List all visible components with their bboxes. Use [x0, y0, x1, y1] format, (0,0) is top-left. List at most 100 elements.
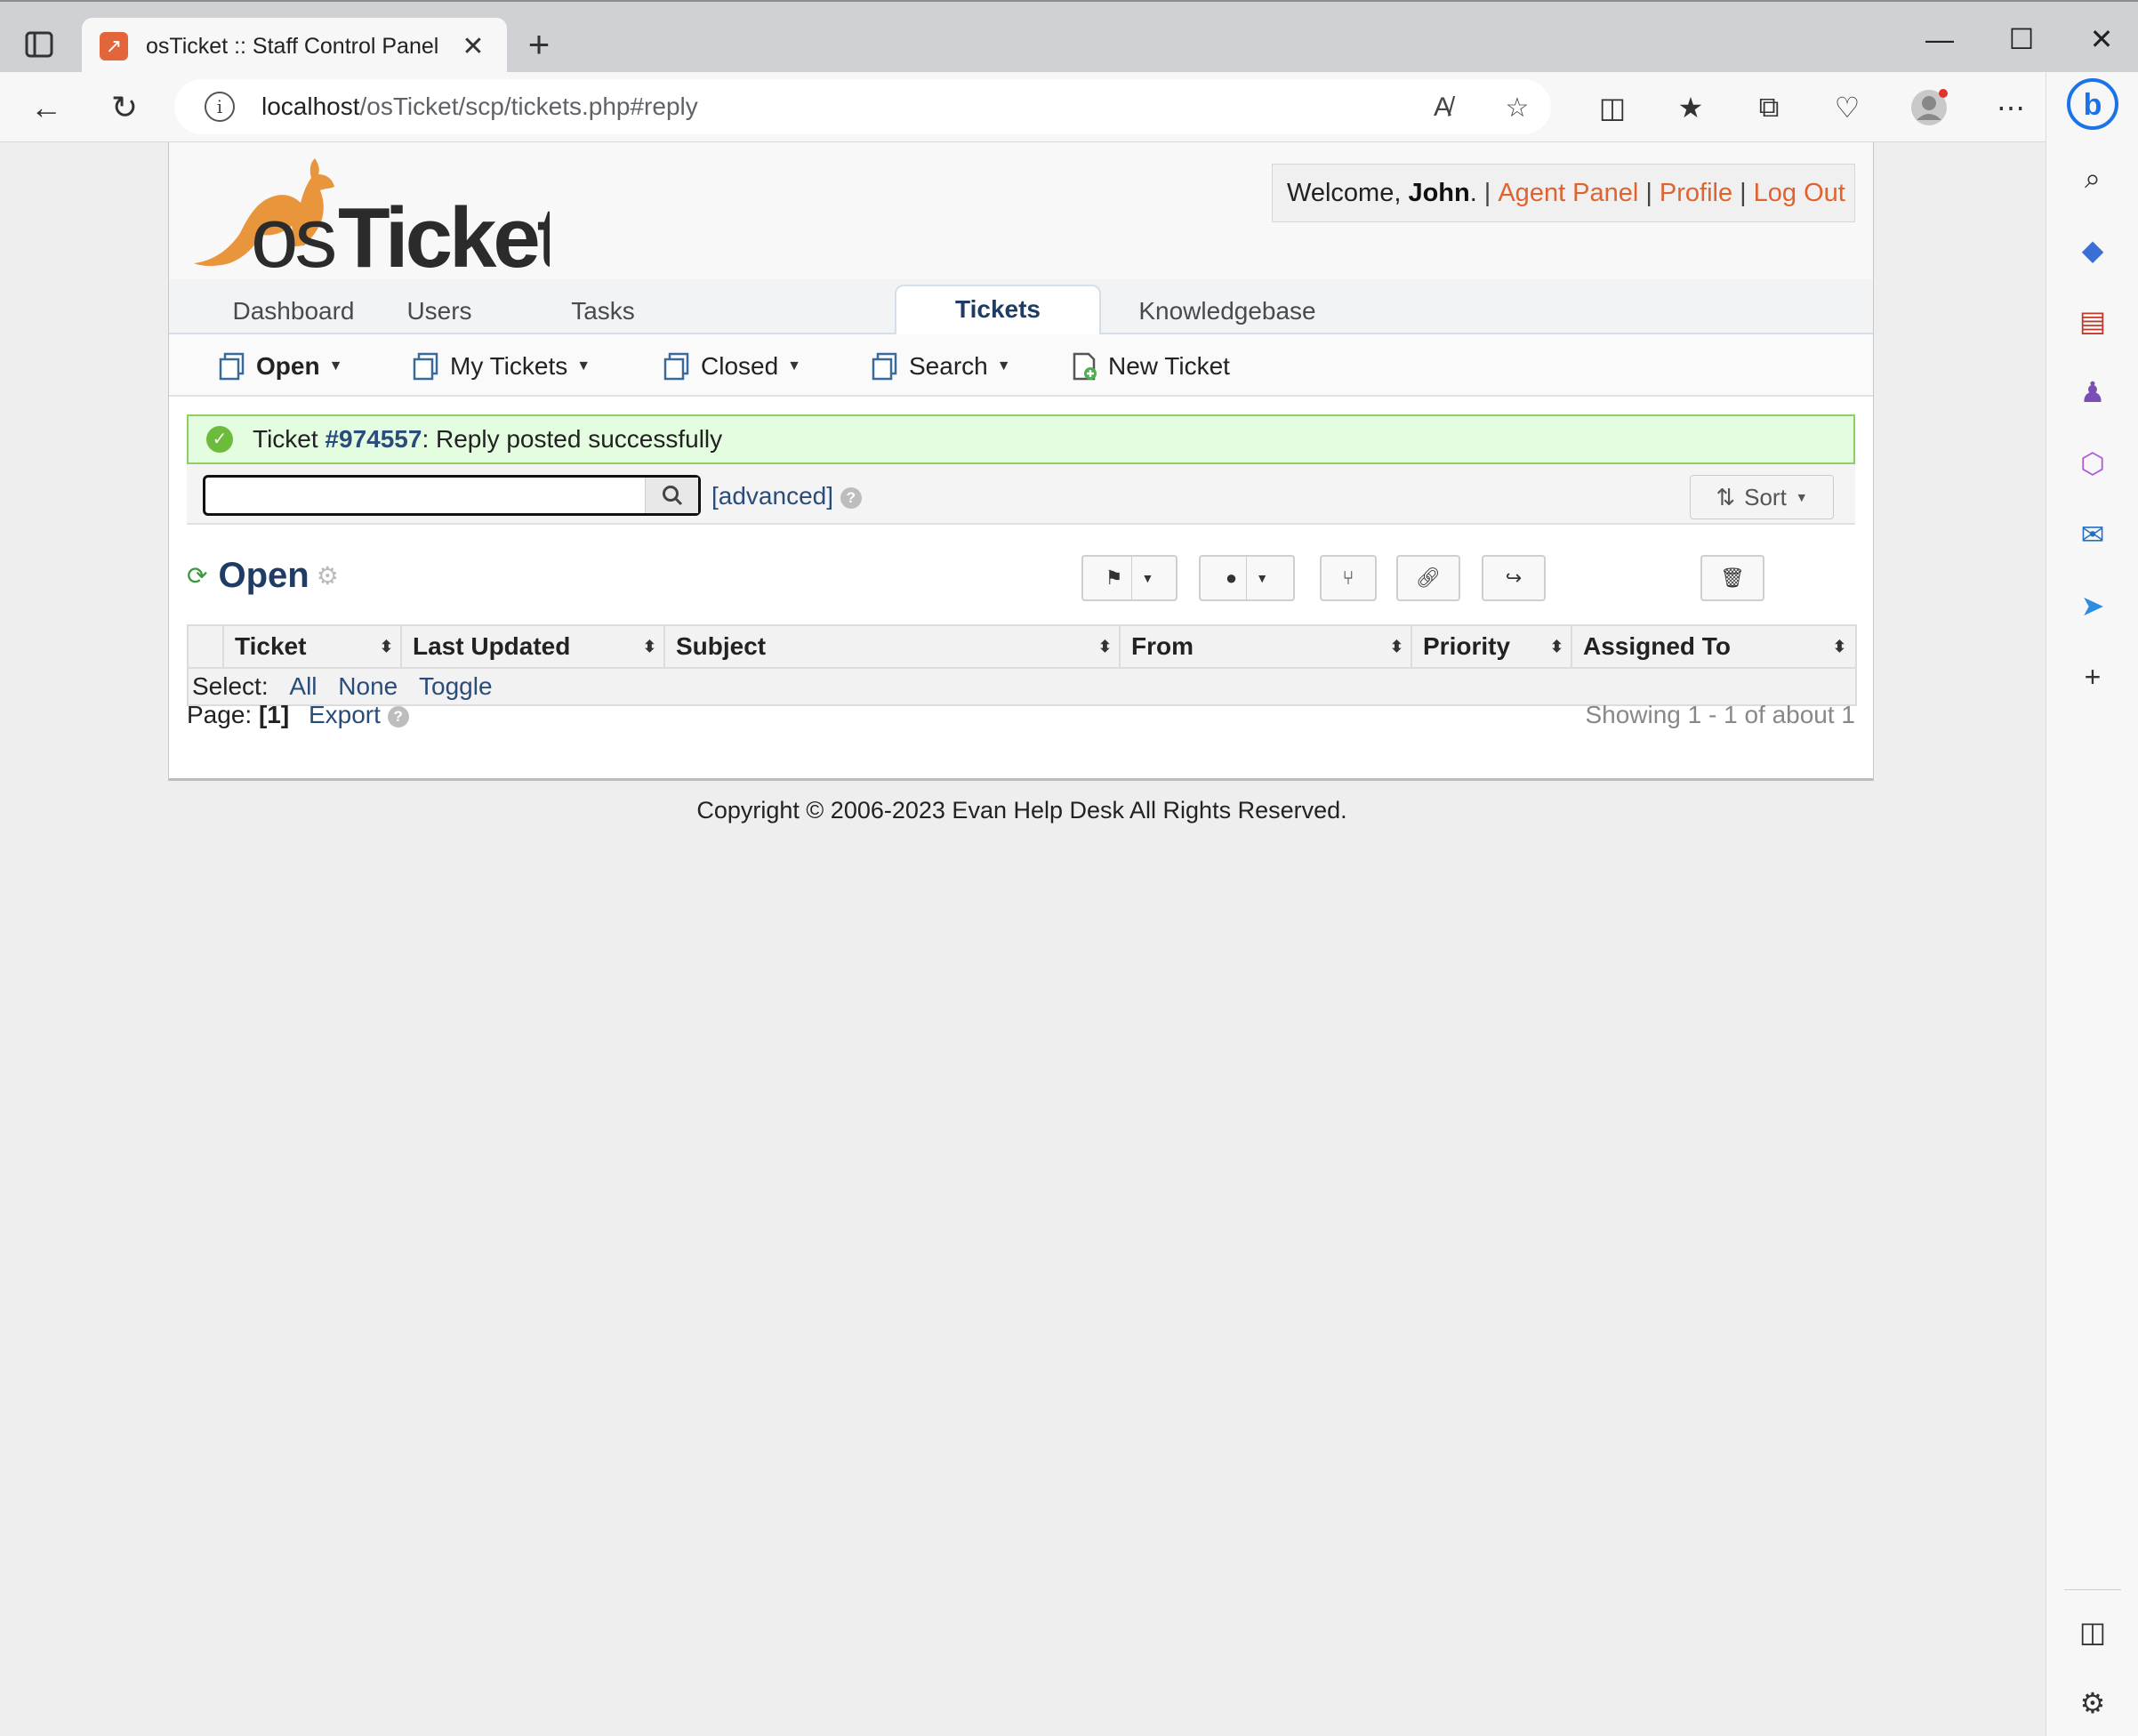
tab-tickets[interactable]: Tickets	[895, 285, 1101, 336]
col-assigned-to[interactable]: Assigned To ⬍	[1571, 626, 1855, 667]
sort-icon: ⬍	[1097, 638, 1112, 655]
subnav-search-label: Search	[909, 352, 988, 380]
site-info-icon[interactable]: i	[205, 92, 235, 122]
export-link[interactable]: Export	[309, 701, 381, 728]
sidebar-settings-gear-icon[interactable]: ⚙	[2071, 1682, 2114, 1724]
alert-ticket-link[interactable]: #974557	[325, 425, 422, 454]
check-circle-icon: ✓	[206, 426, 233, 453]
merge-button[interactable]: ⑂	[1320, 555, 1377, 601]
send-icon[interactable]: ➤	[2071, 584, 2114, 627]
refresh-icon[interactable]: ⟳	[187, 561, 207, 591]
outlook-icon[interactable]: ✉	[2071, 513, 2114, 556]
more-menu-icon[interactable]: ⋯	[1989, 85, 2033, 130]
col-priority[interactable]: Priority ⬍	[1411, 626, 1572, 667]
flag-status-button[interactable]: ⚑ ▼	[1081, 555, 1178, 601]
ticket-search-input[interactable]	[203, 475, 701, 516]
page-label: Page:	[187, 701, 253, 728]
tab-dashboard[interactable]: Dashboard	[205, 292, 382, 334]
hide-sidebar-icon[interactable]: ◫	[2071, 1611, 2114, 1653]
svg-text:Ticket: Ticket	[338, 190, 550, 272]
favorite-star-icon[interactable]: ☆	[1498, 88, 1537, 127]
search-submit-button[interactable]	[645, 478, 698, 513]
select-toggle-link[interactable]: Toggle	[419, 672, 493, 700]
copilot-icon[interactable]: b	[2066, 77, 2119, 131]
maximize-icon[interactable]: ☐	[1981, 18, 2062, 60]
tab-tasks[interactable]: Tasks	[514, 292, 692, 334]
search-icon[interactable]: ⌕	[2071, 157, 2114, 200]
separator: |	[1483, 178, 1491, 207]
gear-icon[interactable]: ⚙	[317, 561, 339, 591]
read-aloud-icon[interactable]: A̸	[1423, 88, 1462, 127]
microsoft-365-icon[interactable]: ⬡	[2071, 442, 2114, 485]
games-icon[interactable]: ♟	[2071, 371, 2114, 414]
tickets-queue-icon	[663, 352, 689, 381]
col-last-updated[interactable]: Last Updated ⬍	[400, 626, 665, 667]
col-subject[interactable]: Subject ⬍	[663, 626, 1121, 667]
queue-name[interactable]: Open	[218, 556, 309, 596]
select-all-link[interactable]: All	[289, 672, 317, 700]
link-button[interactable]: 🔗︎	[1396, 555, 1460, 601]
welcome-prefix: Welcome,	[1287, 178, 1402, 207]
col-from[interactable]: From ⬍	[1119, 626, 1412, 667]
copyright-footer: Copyright © 2006-2023 Evan Help Desk All…	[696, 797, 1347, 824]
browser-essentials-icon[interactable]: ♡	[1825, 85, 1869, 130]
subnav-my-tickets-label: My Tickets	[450, 352, 568, 380]
transfer-button[interactable]: ↪	[1482, 555, 1546, 601]
tools-briefcase-icon[interactable]: ▤	[2071, 300, 2114, 342]
chevron-down-icon: ▼	[1256, 571, 1269, 585]
alert-message: : Reply posted successfully	[422, 425, 723, 453]
subnav-new-ticket[interactable]: New Ticket	[1069, 349, 1230, 384]
welcome-bar: Welcome, John. | Agent Panel | Profile |…	[1272, 164, 1855, 222]
profile-link[interactable]: Profile	[1660, 179, 1732, 208]
subnav-new-ticket-label: New Ticket	[1108, 352, 1230, 380]
tab-actions-icon[interactable]	[20, 27, 59, 62]
back-icon[interactable]: ←	[23, 84, 69, 131]
add-sidebar-app-icon[interactable]: +	[2071, 655, 2114, 698]
browser-tabstrip: ↗ osTicket :: Staff Control Panel ✕ + — …	[0, 0, 2138, 75]
chevron-down-icon: ▼	[996, 358, 1011, 374]
address-bar[interactable]: i localhost/osTicket/scp/tickets.php#rep…	[174, 79, 1551, 134]
browser-tab[interactable]: ↗ osTicket :: Staff Control Panel ✕	[82, 18, 507, 75]
agent-panel-link[interactable]: Agent Panel	[1498, 179, 1638, 208]
assign-button[interactable]: ● ▼	[1199, 555, 1295, 601]
subnav-my-tickets[interactable]: My Tickets ▼	[411, 349, 591, 384]
alert-prefix: Ticket	[253, 425, 318, 453]
profile-avatar-icon[interactable]	[1907, 85, 1951, 130]
tickets-queue-icon	[872, 352, 897, 381]
window-close-icon[interactable]: ✕	[2062, 18, 2138, 60]
osticket-logo[interactable]: os Ticket	[185, 148, 568, 285]
advanced-search-link[interactable]: [advanced]	[711, 482, 833, 510]
welcome-suffix: .	[1469, 178, 1477, 207]
showing-count: Showing 1 - 1 of about 1	[1585, 701, 1855, 728]
col-ticket[interactable]: Ticket ⬍	[222, 626, 402, 667]
favorites-icon[interactable]: ★	[1668, 85, 1713, 130]
flag-icon: ⚑	[1105, 567, 1123, 589]
current-page: [1]	[258, 701, 290, 728]
subnav-closed[interactable]: Closed ▼	[662, 349, 801, 384]
close-tab-icon[interactable]: ✕	[457, 31, 489, 62]
main-nav: Dashboard Users Tasks Tickets Knowledgeb…	[169, 279, 1873, 336]
tab-knowledgebase[interactable]: Knowledgebase	[1112, 292, 1343, 334]
trash-icon: 🗑︎	[1720, 567, 1745, 589]
sort-icon: ⬍	[379, 638, 393, 655]
chevron-down-icon: ▼	[576, 358, 591, 374]
minimize-icon[interactable]: —	[1900, 18, 1980, 60]
tab-users[interactable]: Users	[368, 292, 510, 334]
subnav-open[interactable]: Open ▼	[217, 349, 342, 384]
osticket-page: os Ticket Welcome, John. | Agent Panel |…	[168, 142, 1874, 781]
subnav-search[interactable]: Search ▼	[870, 349, 1011, 384]
collections-icon[interactable]: ⧉	[1747, 85, 1791, 130]
select-none-link[interactable]: None	[338, 672, 398, 700]
share-icon: ↪	[1505, 567, 1523, 589]
tickets-table: Ticket ⬍ Last Updated ⬍ Subject ⬍ From ⬍ Pri…	[187, 624, 1857, 706]
split-screen-icon[interactable]: ◫	[1590, 85, 1635, 130]
reload-icon[interactable]: ↻	[101, 84, 148, 131]
sort-label: Sort	[1744, 483, 1787, 510]
delete-button[interactable]: 🗑︎	[1700, 555, 1764, 601]
new-tab-icon[interactable]: +	[519, 23, 559, 66]
shopping-tag-icon[interactable]: ◆	[2071, 229, 2114, 271]
sort-button[interactable]: ⇅ Sort ▼	[1690, 475, 1834, 519]
help-icon[interactable]: ?	[840, 486, 862, 509]
logout-link[interactable]: Log Out	[1754, 179, 1845, 208]
help-icon[interactable]: ?	[387, 705, 409, 727]
